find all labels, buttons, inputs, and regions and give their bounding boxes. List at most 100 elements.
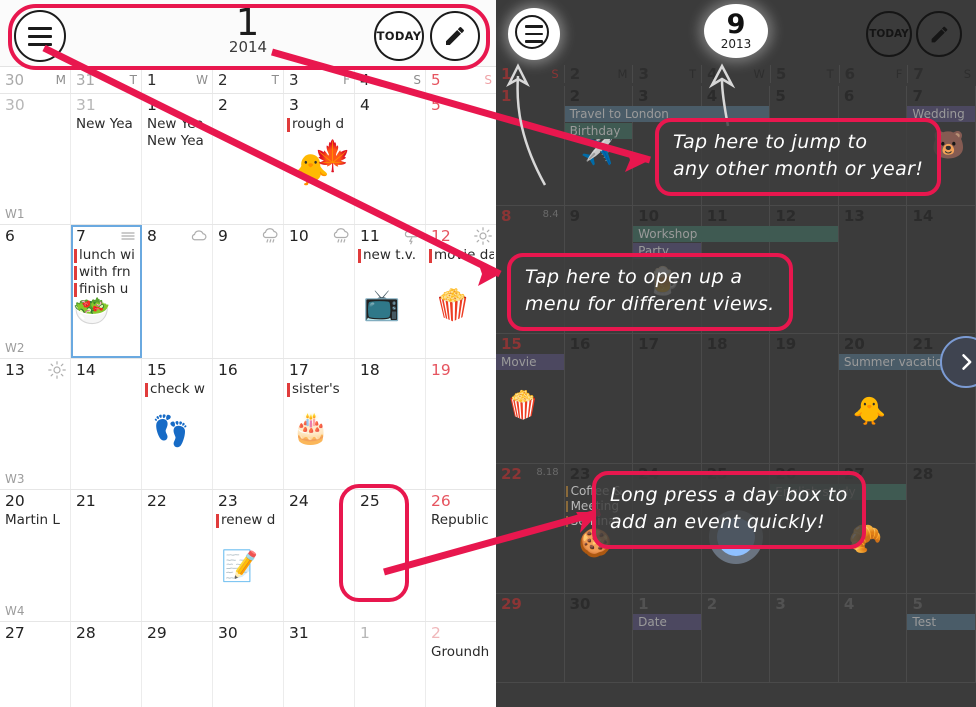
day-number-row: 17 xyxy=(284,361,354,381)
day-number: 4 xyxy=(360,96,370,114)
day-cell[interactable]: 13 W3 xyxy=(0,359,71,489)
day-cell[interactable]: 30 xyxy=(213,622,284,707)
day-event[interactable]: New Yea xyxy=(71,116,141,133)
day-cell[interactable]: 21 xyxy=(71,490,142,621)
day-cell[interactable]: 1 xyxy=(355,622,426,707)
day-cell[interactable]: 3 xyxy=(770,594,839,682)
day-number: 14 xyxy=(912,207,934,225)
day-number: 6 xyxy=(5,227,15,245)
day-cell[interactable]: 31 xyxy=(284,622,355,707)
day-event[interactable]: rough d xyxy=(284,116,354,133)
day-cell[interactable]: 1 xyxy=(633,594,702,682)
day-cell[interactable]: 19 xyxy=(770,334,839,463)
day-event[interactable]: check w xyxy=(142,381,212,398)
day-cell[interactable]: 2 xyxy=(213,94,284,224)
day-event[interactable]: lunch wi xyxy=(71,247,141,264)
day-cell[interactable]: 22 xyxy=(142,490,213,621)
day-event[interactable]: Groundh xyxy=(426,644,496,661)
day-cell[interactable]: 29 xyxy=(142,622,213,707)
day-cell[interactable]: 13 xyxy=(839,206,908,333)
day-number-row: 27 xyxy=(0,624,70,644)
day-event[interactable]: Republic xyxy=(426,512,496,529)
day-cell[interactable]: 29 xyxy=(496,594,565,682)
day-cell[interactable]: 20 Martin L W4 xyxy=(0,490,71,621)
weekday-header-daynum: 31 xyxy=(76,71,96,89)
day-sticker: 🥗 xyxy=(73,294,111,329)
day-cell[interactable]: 11 new t.v. 📺 xyxy=(355,225,426,358)
day-number-row: 2 xyxy=(426,624,496,644)
day-cell[interactable]: 4 xyxy=(355,94,426,224)
pencil-glyph xyxy=(931,26,947,42)
day-event[interactable]: movie da xyxy=(426,247,496,264)
day-number-row: 13 xyxy=(0,361,70,381)
day-cell[interactable]: 2 ✈️ xyxy=(565,86,634,205)
weather-rain-icon xyxy=(262,228,278,243)
event-title: movie da xyxy=(434,247,494,263)
day-cell[interactable]: 22 8.18 xyxy=(496,464,565,593)
weekday-header-letter: S xyxy=(963,67,972,81)
day-event[interactable]: renew d xyxy=(213,512,283,529)
day-cell[interactable]: 19 xyxy=(426,359,496,489)
day-cell[interactable]: 23 renew d 📝 xyxy=(213,490,284,621)
day-event[interactable]: new t.v. xyxy=(355,247,425,264)
day-number-row: 21 xyxy=(71,492,141,512)
month-year-button[interactable]: 9 2013 xyxy=(704,4,768,58)
pencil-icon[interactable] xyxy=(916,11,962,57)
day-sticker: 📝 xyxy=(221,549,259,584)
day-cell[interactable]: 26 Republic xyxy=(426,490,496,621)
day-cell[interactable]: 30 W1 xyxy=(0,94,71,224)
day-cell[interactable]: 6 W2 xyxy=(0,225,71,358)
multi-day-event-band[interactable]: Test xyxy=(907,614,975,630)
day-cell[interactable]: 31 New Yea xyxy=(71,94,142,224)
day-event[interactable]: sister's xyxy=(284,381,354,398)
day-number: 16 xyxy=(218,361,238,379)
day-cell[interactable]: 2 Groundh xyxy=(426,622,496,707)
day-cell[interactable]: 16 xyxy=(565,334,634,463)
weather-haze-icon xyxy=(121,232,135,240)
day-cell[interactable]: 8 xyxy=(142,225,213,358)
weekday-header-row: 1S2M3T4W5T6F7S xyxy=(496,62,976,86)
day-event[interactable]: New Yea xyxy=(142,116,212,133)
day-event[interactable]: New Yea xyxy=(142,133,212,150)
multi-day-event-band[interactable]: Movie xyxy=(496,354,564,370)
day-cell[interactable]: 28 xyxy=(71,622,142,707)
day-cell[interactable]: 4 xyxy=(839,594,908,682)
day-cell[interactable]: 14 xyxy=(71,359,142,489)
day-event[interactable]: Martin L xyxy=(0,512,70,529)
right-calendar-panel: 9 2013 TODAY 1S2M3T4W5T6F7S 1 2 ✈️ 3 4 5 6 7 🐻 Tr… xyxy=(496,0,976,707)
day-cell[interactable]: 3 rough d 🐥 🍁 xyxy=(284,94,355,224)
day-cell[interactable]: 9 xyxy=(213,225,284,358)
multi-day-event-band[interactable]: Workshop xyxy=(633,226,838,242)
day-cell[interactable]: 17 sister's 🎂 xyxy=(284,359,355,489)
weekday-header-letter: M xyxy=(55,73,66,87)
today-button[interactable]: TODAY xyxy=(866,11,912,57)
day-cell[interactable]: 14 xyxy=(907,206,976,333)
day-cell[interactable]: 28 xyxy=(907,464,976,593)
day-cell[interactable]: 17 xyxy=(633,334,702,463)
day-sticker: 👣 xyxy=(152,414,190,449)
day-cell[interactable]: 18 xyxy=(355,359,426,489)
day-cell[interactable]: 27 xyxy=(0,622,71,707)
day-cell[interactable]: 5 xyxy=(907,594,976,682)
day-cell[interactable]: 1 xyxy=(496,86,565,205)
day-cell[interactable]: 15 check w 👣 xyxy=(142,359,213,489)
day-cell[interactable]: 12 movie da 🍿 xyxy=(426,225,496,358)
day-number-row: 1 xyxy=(142,96,212,116)
multi-day-event-band[interactable]: Date xyxy=(633,614,701,630)
day-event[interactable]: with frn xyxy=(71,264,141,281)
event-title: new t.v. xyxy=(363,247,417,263)
day-cell[interactable]: 5 xyxy=(426,94,496,224)
day-cell[interactable]: 18 xyxy=(702,334,771,463)
day-cell[interactable]: 16 xyxy=(213,359,284,489)
day-cell[interactable]: 7 lunch wi with frn finish u 🥗 xyxy=(71,225,142,358)
day-cell[interactable]: 2 xyxy=(702,594,771,682)
day-number-row: 8 xyxy=(142,227,212,247)
day-cell[interactable]: 30 xyxy=(565,594,634,682)
day-number-row: 19 xyxy=(426,361,496,381)
weekday-header-letter: S xyxy=(551,67,559,81)
multi-day-event-band[interactable]: Birthday xyxy=(564,123,633,139)
weekday-header-letter: M xyxy=(617,67,628,81)
day-cell[interactable]: 10 xyxy=(284,225,355,358)
day-cell[interactable]: 1 New Yea New Yea xyxy=(142,94,213,224)
menu-icon-highlighted[interactable] xyxy=(508,8,560,60)
